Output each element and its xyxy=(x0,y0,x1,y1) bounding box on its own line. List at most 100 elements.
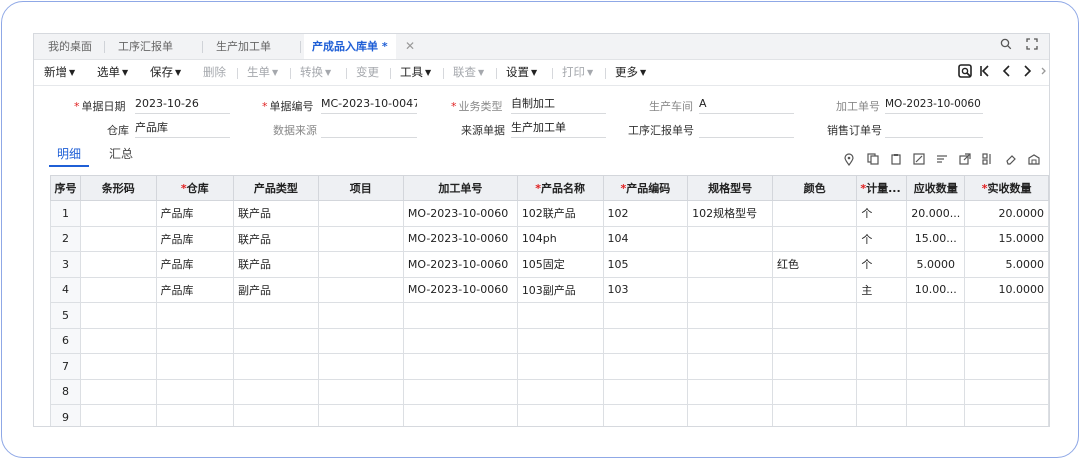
product-name-cell[interactable]: 103副产品 xyxy=(516,276,604,303)
actual-qty-cell[interactable]: 10.0000 xyxy=(964,276,1049,303)
actual-qty-cell[interactable] xyxy=(964,353,1049,380)
doc-no-field[interactable]: MC-2023-10-0047 xyxy=(321,96,417,114)
color-cell[interactable] xyxy=(772,378,858,405)
save-button[interactable]: 保存 ▼ xyxy=(150,60,181,85)
due-qty-cell[interactable] xyxy=(906,378,966,405)
edit-row-icon[interactable] xyxy=(912,153,926,167)
col-actual-qty[interactable]: *实收数量 xyxy=(964,175,1049,201)
product-name-cell[interactable] xyxy=(516,404,604,426)
product-type-cell[interactable] xyxy=(233,327,319,354)
order-no-cell[interactable] xyxy=(402,327,518,354)
workshop-field[interactable]: A xyxy=(699,96,794,114)
warehouse-cell[interactable]: 产品库 xyxy=(155,276,235,303)
fullscreen-icon[interactable] xyxy=(1024,38,1040,54)
product-name-cell[interactable] xyxy=(516,353,604,380)
col-due-qty[interactable]: 应收数量 xyxy=(906,175,966,201)
product-code-cell[interactable] xyxy=(602,378,689,405)
product-code-cell[interactable]: 105 xyxy=(602,251,689,278)
product-code-cell[interactable]: 104 xyxy=(602,225,689,252)
actual-qty-cell[interactable] xyxy=(964,378,1049,405)
color-cell[interactable] xyxy=(772,404,858,426)
due-qty-cell[interactable]: 10.00... xyxy=(906,276,966,303)
warehouse-cell[interactable] xyxy=(155,404,235,426)
product-code-cell[interactable] xyxy=(602,327,689,354)
actual-qty-cell[interactable]: 20.0000 xyxy=(964,200,1049,227)
generate-button[interactable]: 生单 ▼ xyxy=(247,60,278,85)
tab-process-report[interactable]: 工序汇报单 xyxy=(118,34,173,59)
color-cell[interactable] xyxy=(772,200,858,227)
unit-cell[interactable] xyxy=(856,353,908,380)
barcode-cell[interactable] xyxy=(79,225,157,252)
order-no-cell[interactable] xyxy=(402,302,518,329)
warehouse-cell[interactable] xyxy=(155,327,235,354)
spec-cell[interactable] xyxy=(687,251,774,278)
spec-cell[interactable] xyxy=(687,404,774,426)
warehouse-field[interactable]: 产品库 xyxy=(135,120,230,138)
product-type-cell[interactable] xyxy=(233,302,319,329)
table-row[interactable]: 6 xyxy=(50,327,1049,354)
product-code-cell[interactable] xyxy=(602,404,689,426)
sales-order-field[interactable] xyxy=(885,120,983,138)
warehouse-cell[interactable] xyxy=(155,353,235,380)
col-product-type[interactable]: 产品类型 xyxy=(233,175,319,201)
order-no-cell[interactable] xyxy=(402,404,518,426)
scan-icon[interactable] xyxy=(958,64,972,81)
table-row[interactable]: 3 产品库 联产品 MO-2023-10-0060 105固定 105 红色个 5.0000 5… xyxy=(50,251,1049,278)
product-code-cell[interactable] xyxy=(602,302,689,329)
product-code-cell[interactable]: 102 xyxy=(602,200,689,227)
col-warehouse[interactable]: *仓库 xyxy=(155,175,235,201)
col-product-code[interactable]: *产品编码 xyxy=(602,175,689,201)
first-record-icon[interactable] xyxy=(978,64,992,81)
product-type-cell[interactable]: 联产品 xyxy=(233,251,319,278)
product-code-cell[interactable]: 103 xyxy=(602,276,689,303)
product-type-cell[interactable] xyxy=(233,353,319,380)
col-seq[interactable]: 序号 xyxy=(50,175,81,201)
barcode-cell[interactable] xyxy=(79,200,157,227)
due-qty-cell[interactable]: 15.00... xyxy=(906,225,966,252)
col-color[interactable]: 颜色 xyxy=(772,175,858,201)
unit-cell[interactable]: 主 xyxy=(856,276,908,303)
spec-cell[interactable]: 102规格型号 xyxy=(687,200,774,227)
process-report-field[interactable] xyxy=(699,120,794,138)
barcode-cell[interactable] xyxy=(79,327,157,354)
col-unit[interactable]: *计量... xyxy=(856,175,908,201)
table-row[interactable]: 5 xyxy=(50,302,1049,329)
barcode-cell[interactable] xyxy=(79,276,157,303)
due-qty-cell[interactable] xyxy=(906,404,966,426)
select-order-button[interactable]: 选单 ▼ xyxy=(97,60,128,85)
due-qty-cell[interactable] xyxy=(906,327,966,354)
eraser-icon[interactable] xyxy=(1004,153,1018,167)
actual-qty-cell[interactable]: 5.0000 xyxy=(964,251,1049,278)
table-row[interactable]: 2 产品库 联产品 MO-2023-10-0060 104ph 104 个 15.00... 1… xyxy=(50,225,1049,252)
actual-qty-cell[interactable] xyxy=(964,327,1049,354)
product-name-cell[interactable] xyxy=(516,302,604,329)
product-name-cell[interactable]: 104ph xyxy=(516,225,604,252)
warehouse-cell[interactable]: 产品库 xyxy=(155,225,235,252)
project-cell[interactable] xyxy=(317,251,404,278)
table-row[interactable]: 8 xyxy=(50,378,1049,405)
product-type-cell[interactable]: 联产品 xyxy=(233,225,319,252)
copy-row-icon[interactable] xyxy=(866,153,880,167)
table-row[interactable]: 4 产品库 副产品 MO-2023-10-0060 103副产品 103 主 10.00...… xyxy=(50,276,1049,303)
product-name-cell[interactable] xyxy=(516,378,604,405)
spec-cell[interactable] xyxy=(687,225,774,252)
spec-cell[interactable] xyxy=(687,353,774,380)
doc-date-field[interactable]: 2023-10-26 xyxy=(135,96,230,114)
next-record-icon[interactable] xyxy=(1020,64,1034,81)
order-no-cell[interactable]: MO-2023-10-0060 xyxy=(402,225,518,252)
product-type-cell[interactable] xyxy=(233,378,319,405)
due-qty-cell[interactable] xyxy=(906,353,966,380)
col-project[interactable]: 项目 xyxy=(317,175,404,201)
export-icon[interactable] xyxy=(958,153,972,167)
barcode-cell[interactable] xyxy=(79,302,157,329)
product-name-cell[interactable]: 102联产品 xyxy=(516,200,604,227)
project-cell[interactable] xyxy=(317,302,404,329)
order-no-cell[interactable] xyxy=(402,353,518,380)
tab-production-order[interactable]: 生产加工单 xyxy=(216,34,271,59)
product-type-cell[interactable]: 联产品 xyxy=(233,200,319,227)
delete-button[interactable]: 删除 xyxy=(203,60,226,85)
col-product-name[interactable]: *产品名称 xyxy=(516,175,604,201)
previous-record-icon[interactable] xyxy=(1000,64,1014,81)
project-cell[interactable] xyxy=(317,353,404,380)
project-cell[interactable] xyxy=(317,404,404,426)
